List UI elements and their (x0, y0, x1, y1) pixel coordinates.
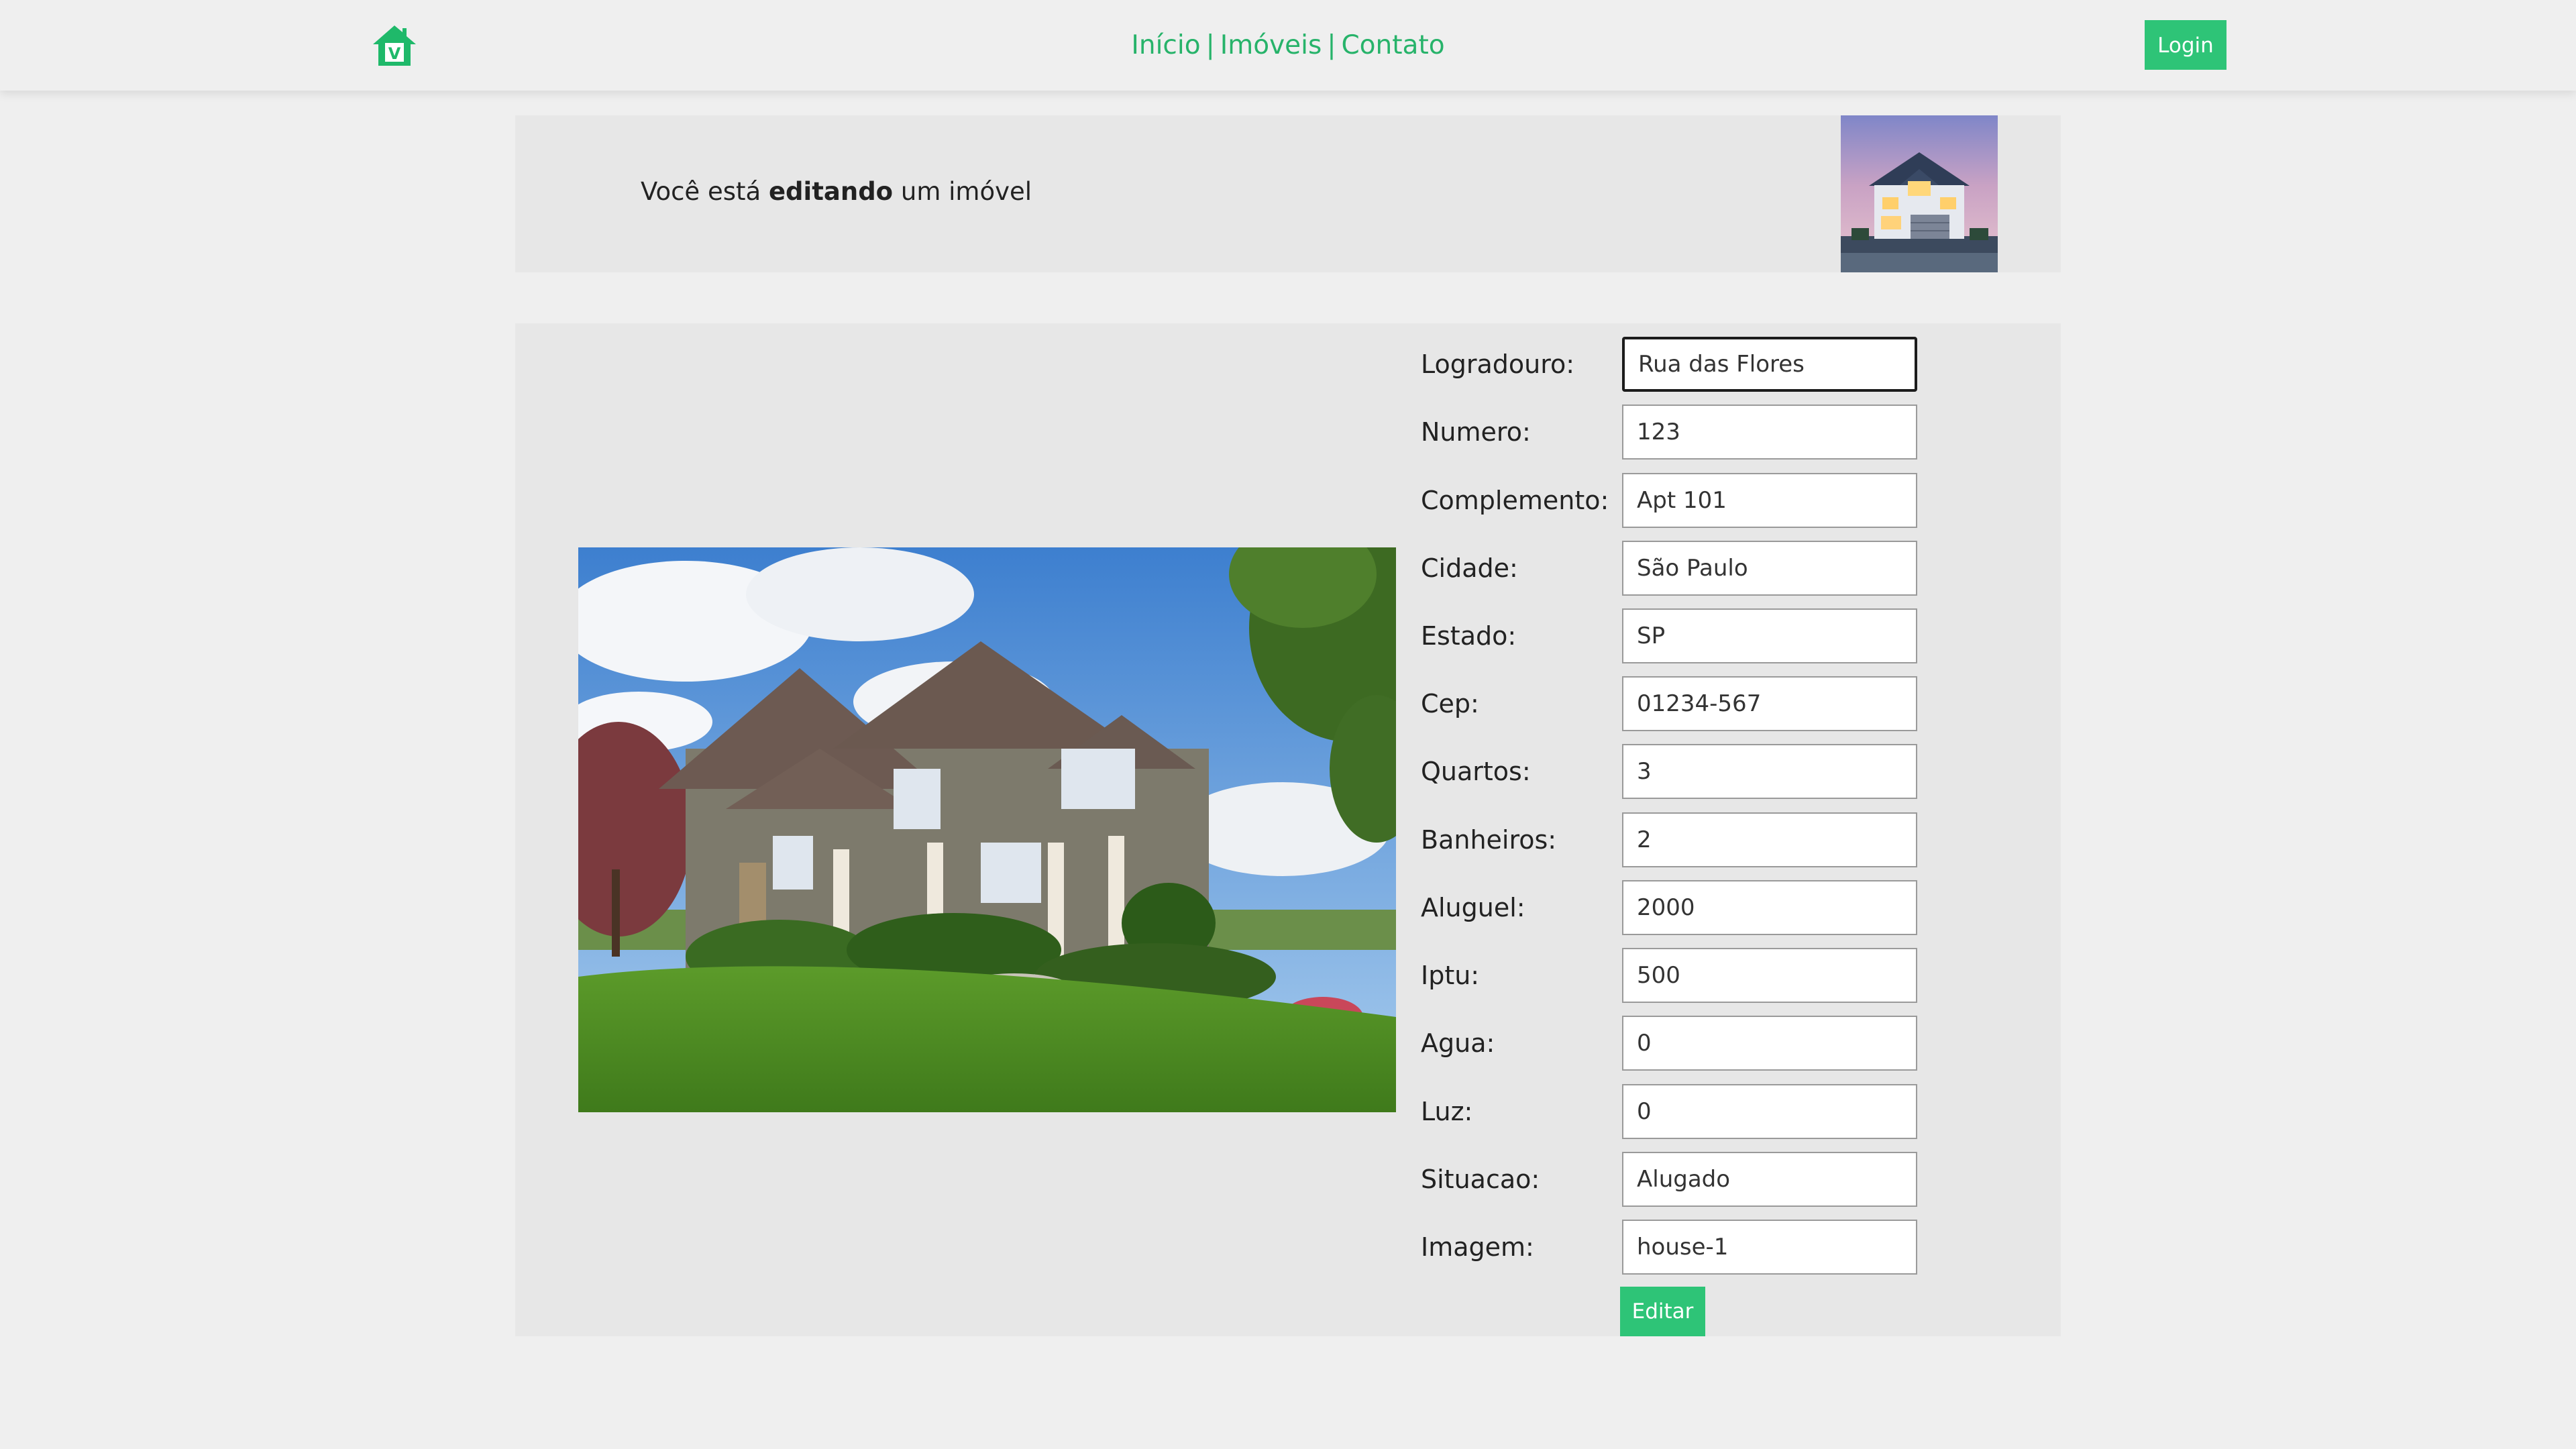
complemento-input[interactable] (1622, 473, 1917, 528)
imagem-label: Imagem: (1421, 1232, 1534, 1262)
numero-label: Numero: (1421, 417, 1531, 447)
banner-text-prefix: Você está (641, 177, 761, 206)
agua-label: Agua: (1421, 1028, 1495, 1058)
aluguel-input[interactable] (1622, 880, 1917, 935)
situacao-label: Situacao: (1421, 1165, 1540, 1194)
cidade-input[interactable] (1622, 541, 1917, 596)
form-row-logradouro: Logradouro: (1421, 337, 2025, 392)
cidade-label: Cidade: (1421, 553, 1518, 583)
edit-banner: Você está editando um imóvel (515, 115, 2061, 272)
form-row-aluguel: Aluguel: (1421, 880, 2025, 935)
nav-link-imoveis[interactable]: Imóveis (1220, 30, 1322, 60)
estado-label: Estado: (1421, 621, 1517, 651)
quartos-input[interactable] (1622, 744, 1917, 799)
numero-input[interactable] (1622, 405, 1917, 460)
form-row-imagem: Imagem: (1421, 1220, 2025, 1275)
banheiros-input[interactable] (1622, 812, 1917, 867)
edit-submit-button[interactable]: Editar (1620, 1287, 1705, 1336)
quartos-label: Quartos: (1421, 757, 1531, 786)
form-row-iptu: Iptu: (1421, 948, 2025, 1003)
cep-input[interactable] (1622, 676, 1917, 731)
luz-input[interactable] (1622, 1084, 1917, 1139)
house-photo-image (578, 547, 1396, 1112)
aluguel-label: Aluguel: (1421, 893, 1525, 922)
form-row-numero: Numero: (1421, 405, 2025, 460)
form-row-cidade: Cidade: (1421, 541, 2025, 596)
nav-link-contato[interactable]: Contato (1341, 30, 1444, 60)
form-row-situacao: Situacao: (1421, 1152, 2025, 1207)
form-row-agua: Agua: (1421, 1016, 2025, 1071)
imagem-input[interactable] (1622, 1220, 1917, 1275)
nav-separator: | (1205, 30, 1215, 60)
cep-label: Cep: (1421, 689, 1479, 718)
edit-property-panel: Logradouro: Numero: Complemento: Cidade:… (515, 323, 2061, 1336)
banner-text-suffix: um imóvel (900, 177, 1032, 206)
form-row-quartos: Quartos: (1421, 744, 2025, 799)
logradouro-label: Logradouro: (1421, 350, 1575, 379)
complemento-label: Complemento: (1421, 486, 1609, 515)
form-row-luz: Luz: (1421, 1084, 2025, 1139)
form-row-cep: Cep: (1421, 676, 2025, 731)
nav-separator: | (1327, 30, 1336, 60)
iptu-label: Iptu: (1421, 961, 1480, 990)
login-button[interactable]: Login (2145, 20, 2226, 70)
logradouro-input[interactable] (1622, 337, 1917, 392)
top-navbar: V Início | Imóveis | Contato Login (0, 0, 2576, 91)
luz-label: Luz: (1421, 1097, 1473, 1126)
agua-input[interactable] (1622, 1016, 1917, 1071)
banheiros-label: Banheiros: (1421, 825, 1557, 855)
iptu-input[interactable] (1622, 948, 1917, 1003)
banner-message: Você está editando um imóvel (641, 177, 1032, 206)
banner-text-bold: editando (768, 177, 894, 206)
nav-link-inicio[interactable]: Início (1131, 30, 1200, 60)
form-row-estado: Estado: (1421, 608, 2025, 663)
estado-input[interactable] (1622, 608, 1917, 663)
form-row-banheiros: Banheiros: (1421, 812, 2025, 867)
house-thumbnail-image (1841, 115, 1998, 272)
form-row-complemento: Complemento: (1421, 473, 2025, 528)
situacao-input[interactable] (1622, 1152, 1917, 1207)
